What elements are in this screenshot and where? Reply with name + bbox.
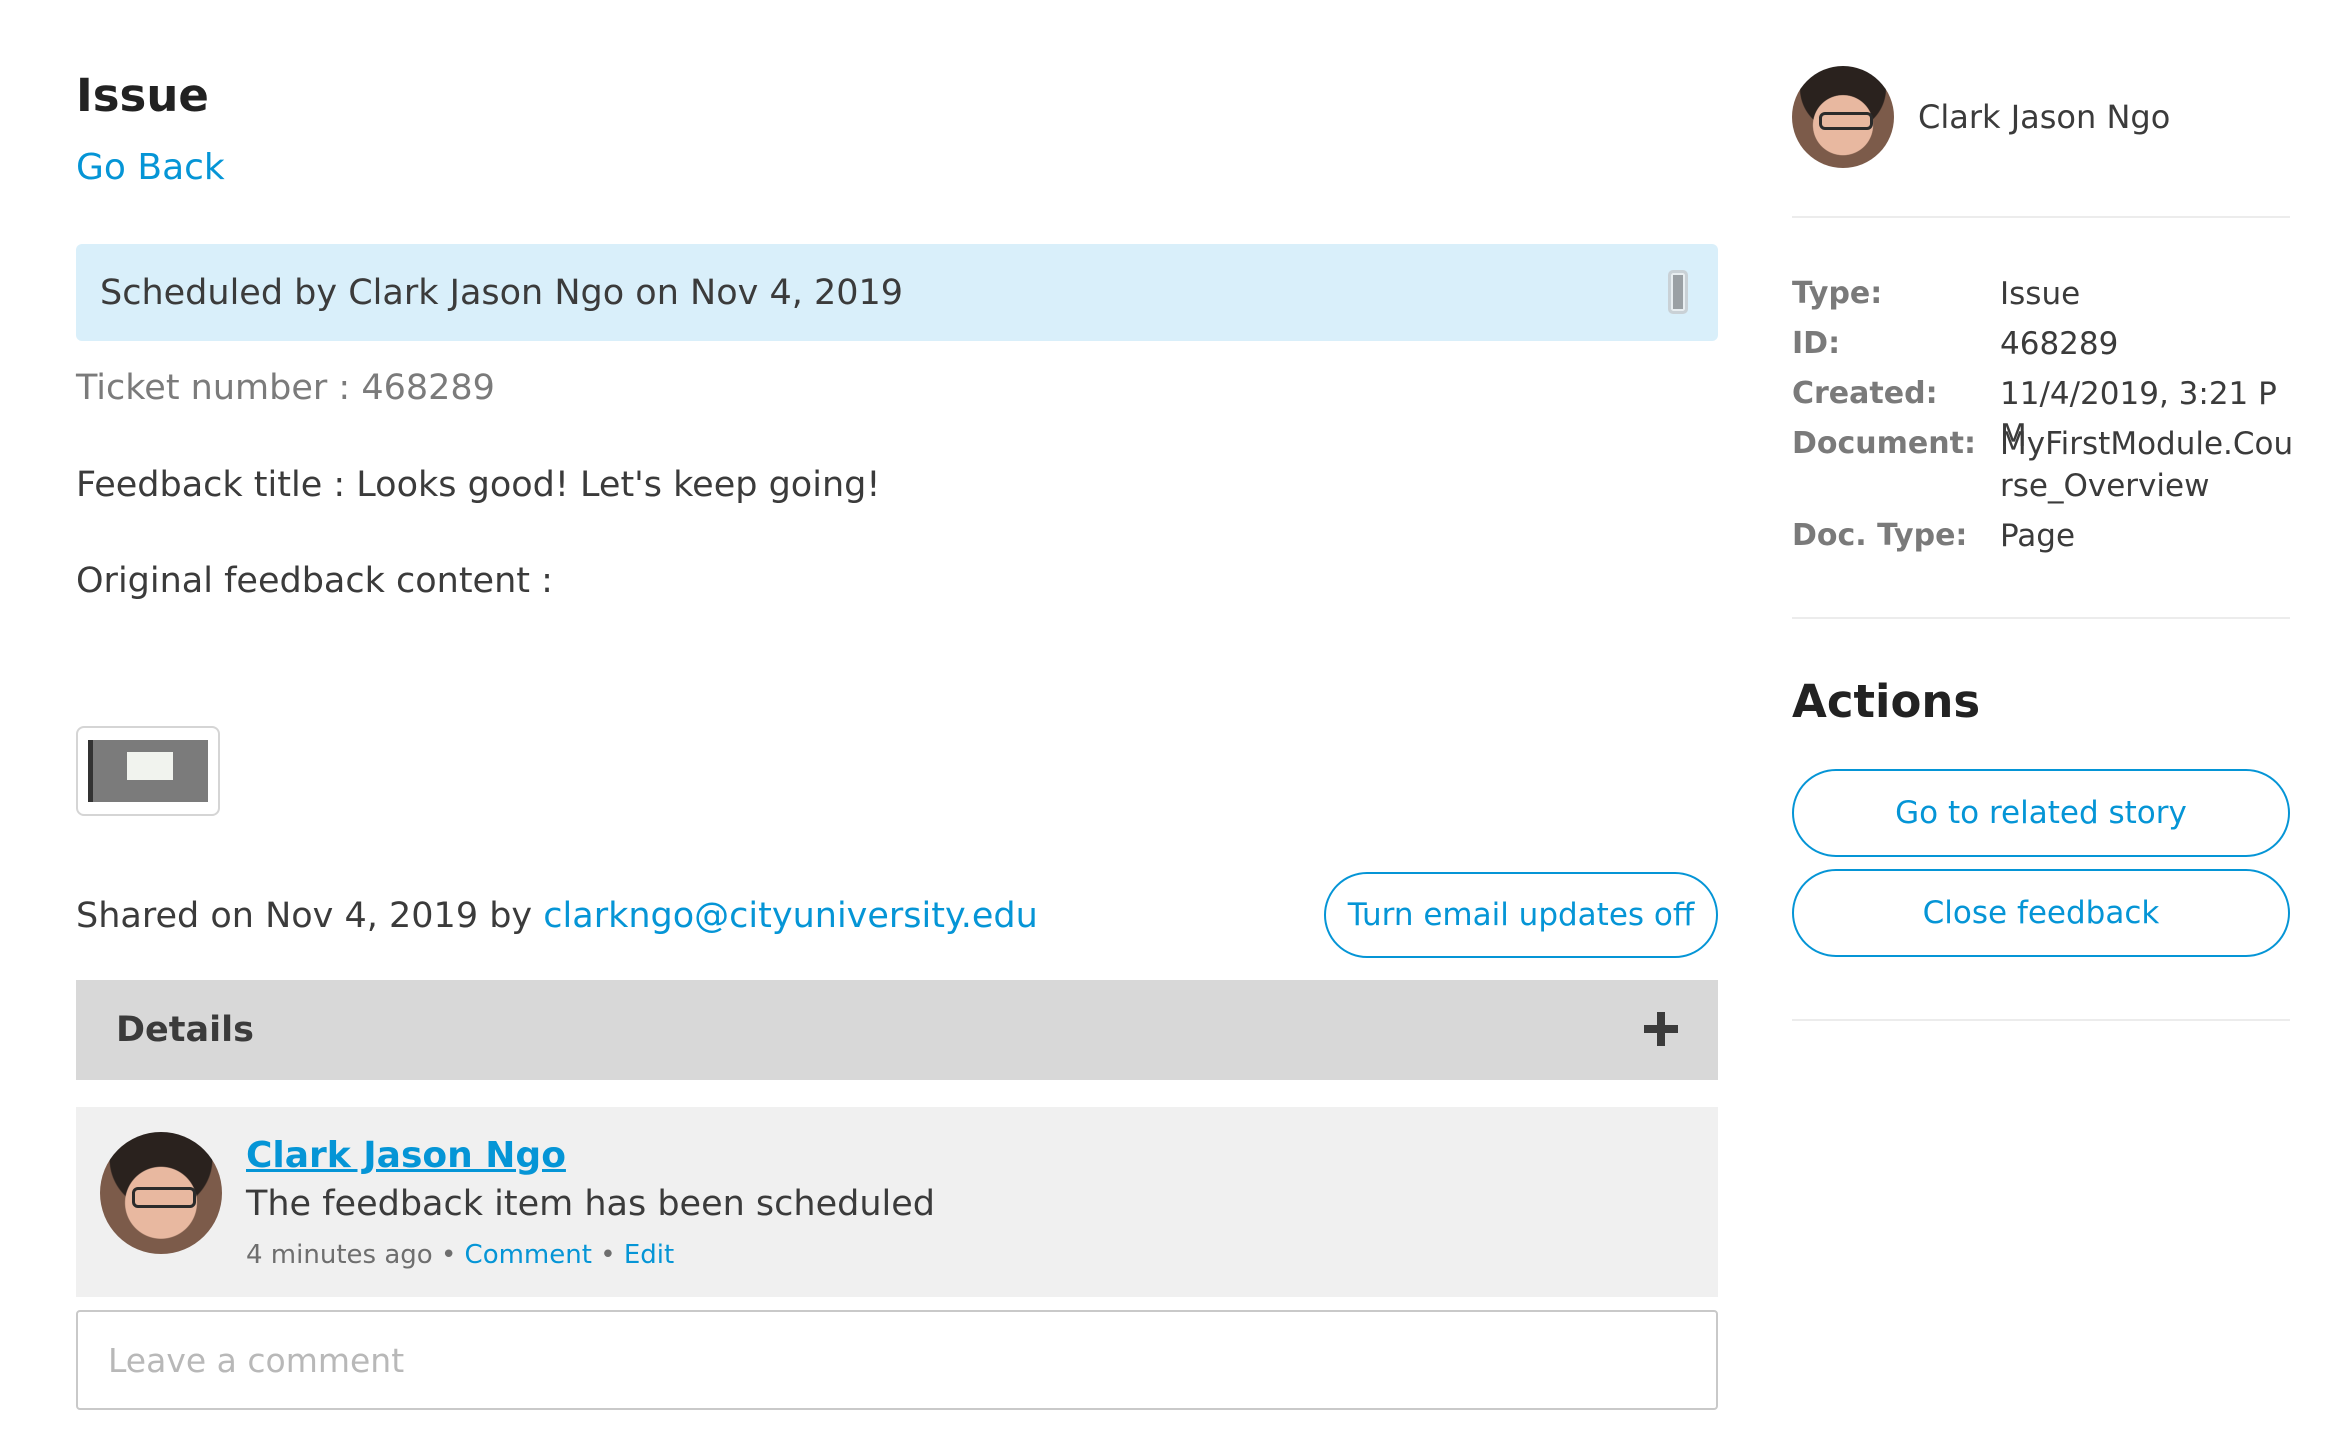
comment-author-link[interactable]: Clark Jason Ngo (246, 1131, 566, 1181)
comment-input[interactable] (76, 1310, 1718, 1410)
comment-reply-link[interactable]: Comment (465, 1240, 592, 1270)
comment-edit-link[interactable]: Edit (624, 1240, 674, 1270)
divider (1792, 617, 2290, 619)
meta-separator: • (600, 1240, 616, 1270)
close-feedback-button[interactable]: Close feedback (1792, 869, 2290, 957)
meta-key: Doc. Type: (1792, 518, 1968, 553)
divider (1792, 216, 2290, 218)
status-banner: Scheduled by Clark Jason Ngo on Nov 4, 2… (76, 244, 1718, 341)
details-label: Details (116, 1010, 254, 1050)
email-updates-button[interactable]: Turn email updates off (1324, 872, 1718, 958)
comment-body: The feedback item has been scheduled (246, 1184, 935, 1224)
comment-item: Clark Jason Ngo The feedback item has be… (76, 1107, 1718, 1297)
banner-scrollbar-icon[interactable] (1668, 270, 1688, 314)
meta-key: Document: (1792, 426, 1976, 461)
meta-separator: • (440, 1240, 457, 1270)
shared-info: Shared on Nov 4, 2019 by clarkngo@cityun… (76, 891, 1038, 941)
plus-icon[interactable] (1644, 1012, 1678, 1046)
meta-key: Created: (1792, 376, 1938, 411)
shared-prefix: Shared on Nov 4, 2019 by (76, 896, 533, 936)
meta-value: Issue (2000, 276, 2081, 312)
feedback-title: Feedback title : Looks good! Let's keep … (76, 465, 881, 505)
comment-meta: 4 minutes ago • Comment • Edit (246, 1237, 674, 1273)
details-accordion[interactable]: Details (76, 980, 1718, 1080)
go-to-related-story-button[interactable]: Go to related story (1792, 769, 2290, 857)
meta-value: MyFirstModule.Course_Overview (2000, 426, 2294, 504)
meta-value: Page (2000, 518, 2076, 554)
shared-email-link[interactable]: clarkngo@cityuniversity.edu (543, 896, 1037, 936)
feedback-screenshot-thumbnail[interactable] (76, 726, 220, 816)
divider (1792, 1019, 2290, 1021)
meta-key: ID: (1792, 326, 1841, 361)
comment-time: 4 minutes ago (246, 1240, 433, 1270)
ticket-number: Ticket number : 468289 (76, 368, 495, 408)
screenshot-image-icon (88, 740, 208, 802)
go-back-link[interactable]: Go Back (76, 143, 225, 193)
avatar (1792, 66, 1894, 168)
page-title: Issue (76, 69, 209, 122)
meta-key: Type: (1792, 276, 1883, 311)
actions-title: Actions (1792, 675, 1981, 728)
status-text: Scheduled by Clark Jason Ngo on Nov 4, 2… (100, 273, 904, 313)
meta-value: 468289 (2000, 326, 2119, 362)
avatar (100, 1132, 222, 1254)
original-feedback-label: Original feedback content : (76, 561, 553, 601)
sidebar-user-name: Clark Jason Ngo (1918, 98, 2171, 136)
